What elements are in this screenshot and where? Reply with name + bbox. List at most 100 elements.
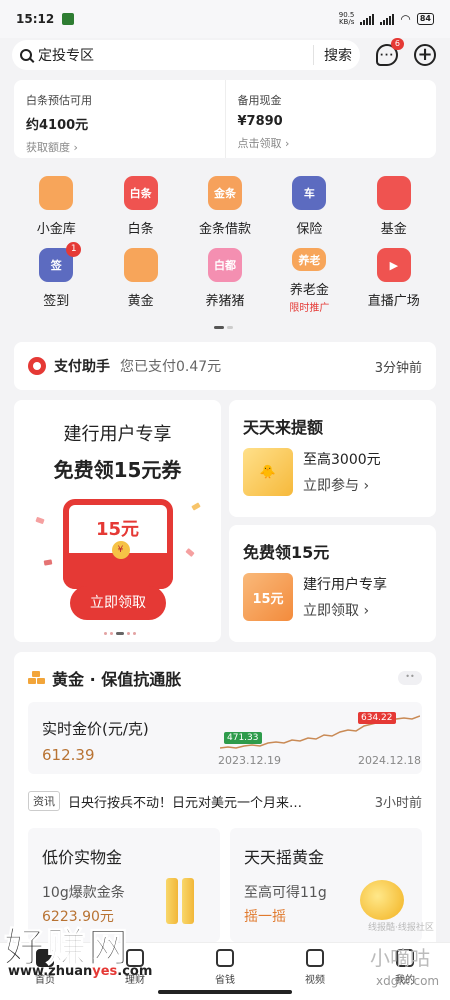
video-icon [306,949,324,967]
signal-2-icon [380,13,395,25]
claim-voucher-button[interactable]: 立即领取 [70,586,166,620]
confetti-decoration [185,548,195,557]
grid-item[interactable]: 基金 [352,170,436,242]
free-15-subtitle: 建行用户专享 [303,577,387,593]
watermark-url-c: .com [117,964,153,979]
backup-cash[interactable]: 备用现金 ¥7890 点击领取 [224,80,437,158]
free-15-title: 免费领15元 [243,543,330,562]
gold-bar-image [182,878,194,924]
search-button[interactable]: 搜索 [313,45,352,65]
payment-assistant-title: 支付助手 [54,359,110,375]
search-icon [20,49,32,61]
service-grid: 小金库 白条 白条 金条 金条借款车保险 基金签 1 签到 黄金 白都 养猪猪 养老 养老金 限时推广 ▶ 直… [14,170,436,330]
search-header: 定投专区 搜索 ··· 6 + [0,38,450,72]
message-badge: 6 [390,38,404,50]
grid-label: 白条 [127,222,154,237]
duck-mascot-icon: 🐥 [243,448,293,496]
home-indicator [158,990,292,994]
grid-item[interactable]: 养老 养老金 限时推广 [267,242,351,314]
red-packet-illustration: 15元 ¥ [62,499,173,589]
wifi-icon: ◠ [400,12,411,26]
watermark-url: www.zhuanyes.com [8,964,152,979]
save-money-icon [216,949,234,967]
checkin-icon: 签1 [39,242,82,282]
promo-headline: 免费领15元券 [53,458,182,482]
raise-limit-link[interactable]: 立即参与 [303,475,381,495]
news-headline: 日央行按兵不动！日元对美元一个月来… [68,795,303,811]
credit-summary-card: 白条预估可用 约4100元 获取额度 备用现金 ¥7890 点击领取 [14,80,436,158]
baitiao-label: 白条预估可用 [26,94,92,107]
grid-item[interactable]: 金条 金条借款 [183,170,267,242]
watermark-url-a: www.zhuan [8,964,93,979]
piggy-bag-icon [39,176,74,210]
gold-price-card[interactable]: 实时金价(元/克) 612.39 471.33 634.22 2023.12.1… [28,702,422,774]
free-15-link[interactable]: 立即领取 [303,600,387,620]
promo-page-indicator [104,632,136,635]
search-input[interactable]: 定投专区 [38,45,313,65]
chart-date-start: 2023.12.19 [218,754,281,767]
grid-item[interactable]: 黄金 [98,242,182,314]
grid-label: 保险 [296,222,323,237]
grid-label: 小金库 [36,222,76,237]
raise-limit-title: 天天来提额 [243,418,324,437]
search-bar[interactable]: 定投专区 搜索 [12,40,360,70]
claim-cash-link[interactable]: 点击领取 [238,135,425,151]
backup-cash-label: 备用现金 [237,94,282,107]
gold-price-value: 612.39 [42,746,95,764]
gold-bars-icon [123,248,158,282]
pig-icon: 白都 [207,248,242,282]
payment-assistant-time: 3分钟前 [374,360,422,376]
grid-item[interactable]: 白条 白条 [98,170,182,242]
confetti-decoration [191,502,201,511]
promo-card-raise-limit[interactable]: 天天来提额 🐥 至高3000元 立即参与 [229,400,436,517]
grid-page-indicator [214,326,233,329]
app-notification-icon [62,13,75,25]
nav-label: 省钱 [215,975,235,986]
gold-loan-icon: 金条 [207,176,242,210]
watermark-right-logo: 小嘀咕 [370,946,430,970]
grid-item[interactable]: 签 1 签到 [14,242,98,314]
confetti-decoration [35,516,45,525]
baitiao-credit[interactable]: 白条预估可用 约4100元 获取额度 [14,80,225,158]
insurance-shield-icon: 车 [292,176,327,210]
chart-high-tag: 634.22 [358,712,396,724]
confetti-decoration [43,559,53,566]
gold-nugget-image [360,880,404,920]
payment-assistant-icon [28,357,46,375]
grid-item[interactable]: 车保险 [267,170,351,242]
promo-card-voucher[interactable]: 建行用户专享 免费领15元券 15元 ¥ 立即领取 [14,400,221,642]
gold-price-label: 实时金价(元/克) [42,720,149,738]
payment-assistant-text: 您已支付0.47元 [120,359,222,375]
add-icon[interactable]: + [414,44,436,66]
grid-label: 金条借款 [198,222,251,237]
grid-label: 养猪猪 [205,294,245,309]
shake-gold-title: 天天摇黄金 [244,848,325,867]
grid-label: 养老金 [289,283,329,298]
grid-item[interactable]: ▶ 直播广场 [352,242,436,314]
live-play-icon: ▶ [376,248,411,282]
payment-assistant-bar[interactable]: 支付助手 您已支付0.47元 3分钟前 [14,342,436,390]
raise-limit-amount: 至高3000元 [303,452,381,468]
message-icon[interactable]: ··· 6 [376,38,404,66]
voucher-thumb: 15元 [243,573,293,621]
promo-card-free-15[interactable]: 免费领15元 15元 建行用户专享 立即领取 [229,525,436,642]
news-time: 3小时前 [374,795,422,811]
grid-label: 基金 [380,222,407,237]
chart-low-tag: 471.33 [224,732,262,744]
grid-sublabel: 限时推广 [289,303,330,314]
nav-label: 视频 [305,975,325,986]
physical-gold-title: 低价实物金 [42,848,123,867]
gold-bar-image [166,878,178,924]
signal-icon [360,13,375,25]
gold-news-row[interactable]: 资讯 日央行按兵不动！日元对美元一个月来… 3小时前 [28,786,422,816]
news-tag: 资讯 [28,791,60,811]
grid-label: 黄金 [127,294,154,309]
net-speed-unit: KB/s [338,18,355,26]
chart-date-end: 2024.12.18 [358,754,421,767]
status-time: 15:12 [16,12,55,26]
more-icon[interactable]: •• [398,671,422,685]
grid-item[interactable]: 小金库 [14,170,98,242]
grid-item[interactable]: 白都 养猪猪 [183,242,267,314]
baitiao-icon: 白条 [123,176,158,210]
get-limit-link[interactable]: 获取额度 [26,139,213,155]
